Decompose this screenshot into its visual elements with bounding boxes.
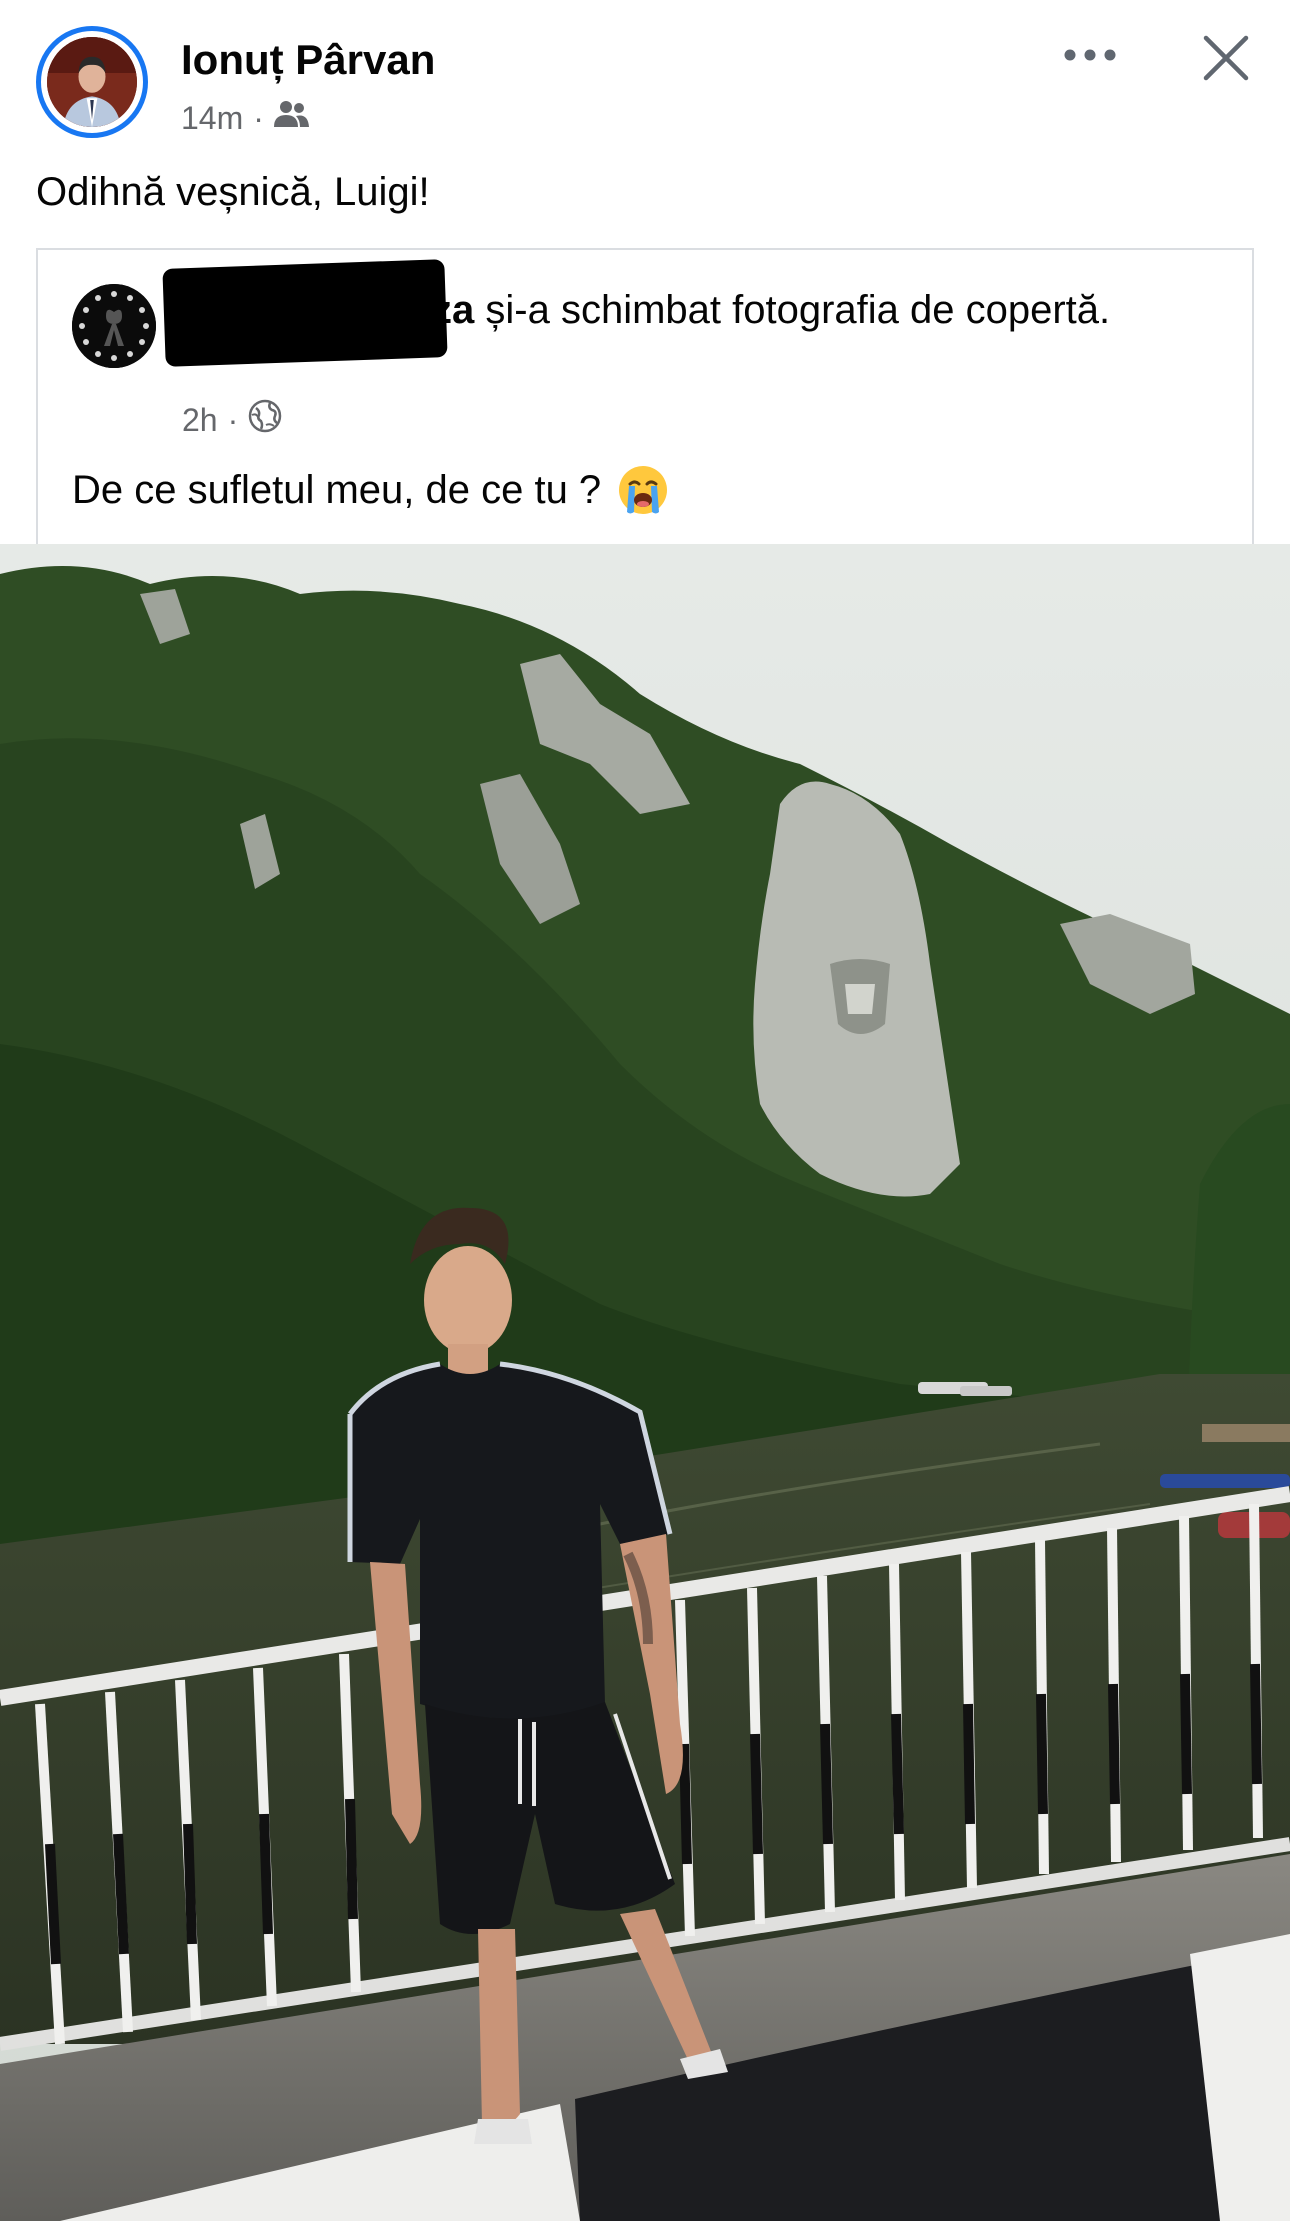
avatar-photo (47, 37, 137, 127)
author-name[interactable]: Ionuț Pârvan (181, 36, 435, 84)
shared-post-action: și-a schimbat fotografia de copertă. (485, 288, 1111, 332)
shared-post-text: De ce sufletul meu, de ce tu ? (72, 464, 669, 516)
redaction-mark (162, 259, 448, 367)
shared-post-time[interactable]: 2h (182, 402, 218, 439)
post-time[interactable]: 14m (181, 100, 243, 137)
globe-icon (248, 399, 282, 441)
shared-cover-photo[interactable] (0, 544, 1290, 2221)
post-meta: 14m · (181, 96, 310, 140)
post-header: Ionuț Pârvan 14m · (0, 0, 1290, 160)
more-options-icon[interactable] (1060, 30, 1120, 80)
author-avatar[interactable] (36, 26, 148, 138)
shared-post-card[interactable]: za și-a schimbat fotografia de copertă. … (36, 248, 1254, 544)
loudly-crying-face-icon (617, 464, 669, 516)
shared-post-meta: 2h · (182, 398, 282, 442)
close-icon[interactable] (1198, 30, 1254, 86)
friends-icon (273, 99, 310, 137)
shared-post-text-content: De ce sufletul meu, de ce tu ? (72, 467, 602, 512)
shared-author-avatar[interactable] (72, 284, 156, 368)
post-caption: Odihnă veșnică, Luigi! (36, 170, 430, 214)
meta-separator: · (227, 401, 239, 438)
meta-separator: · (253, 99, 264, 136)
